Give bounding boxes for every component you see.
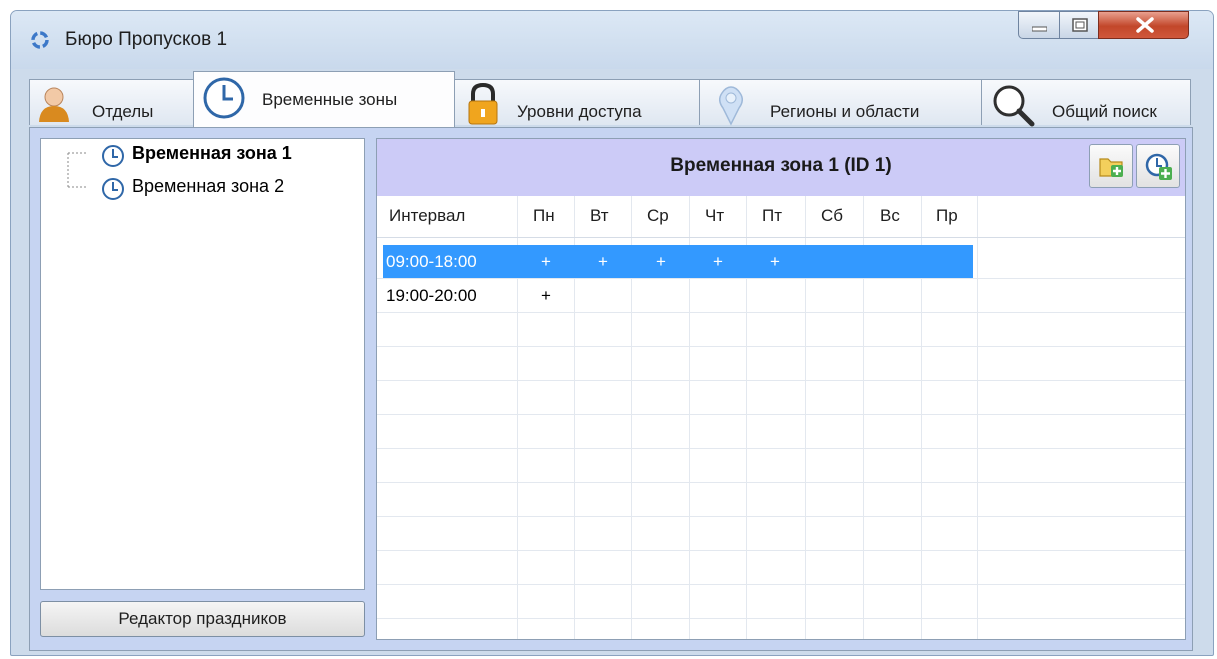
clock-icon [102,145,124,167]
grid-line [377,550,1185,551]
column-header-sun[interactable]: Вс [880,196,900,236]
padlock-icon [468,82,498,125]
day-cell[interactable]: + [518,279,574,312]
column-header-interval[interactable]: Интервал [389,196,465,236]
day-cell[interactable] [575,279,631,312]
day-cell[interactable] [690,279,746,312]
tab-departments-label: Отделы [92,102,154,121]
day-cell[interactable] [806,245,862,278]
tree-connector-lines [67,152,86,188]
app-logo-icon [31,31,49,49]
day-cell[interactable] [633,279,689,312]
clock-icon [102,178,124,200]
tree-item-label: Временная зона 1 [132,143,292,163]
clock-icon [203,77,245,119]
app-window: Бюро Пропусков 1 Отделы Временные зоны У… [10,10,1214,656]
grid-line [377,482,1185,483]
close-button[interactable] [1098,11,1189,39]
column-header-mon[interactable]: Пн [533,196,555,236]
time-zone-tree[interactable]: Временная зона 1 Временная зона 2 [40,138,365,590]
minimize-button[interactable] [1018,11,1060,39]
grid-line [977,196,978,639]
tab-search-label: Общий поиск [1052,102,1157,121]
tab-regions[interactable]: Регионы и области [699,79,982,126]
zone-panel: Временная зона 1 (ID 1) Интервал Пн Вт С… [376,138,1186,640]
day-cell[interactable] [921,245,977,278]
grid-line [377,584,1185,585]
maximize-button[interactable] [1059,11,1099,39]
column-header-sat[interactable]: Сб [821,196,843,236]
day-cell[interactable]: + [633,245,689,278]
grid-line [377,618,1185,619]
tab-access-levels-label: Уровни доступа [517,102,642,121]
column-header-wed[interactable]: Ср [647,196,669,236]
add-folder-button[interactable] [1089,144,1133,188]
interval-cell[interactable]: 19:00-20:00 [386,279,477,312]
close-icon [1136,17,1154,33]
tab-content: Временная зона 1 Временная зона 2 Редакт… [29,127,1193,651]
interval-cell[interactable]: 09:00-18:00 [386,245,477,278]
grid-line [377,448,1185,449]
day-cell[interactable] [921,279,977,312]
magnifier-icon [993,85,1035,127]
column-header-tue[interactable]: Вт [590,196,609,236]
day-cell[interactable] [747,279,803,312]
day-cell[interactable]: + [575,245,631,278]
zone-header: Временная зона 1 (ID 1) [377,139,1185,197]
zone-title: Временная зона 1 (ID 1) [670,155,892,176]
clock-add-icon [1145,153,1172,180]
title-bar[interactable]: Бюро Пропусков 1 [11,11,1213,69]
tab-departments[interactable]: Отделы [29,79,194,125]
day-cell[interactable]: + [518,245,574,278]
column-header-fri[interactable]: Пт [762,196,782,236]
tab-strip: Отделы Временные зоны Уровни доступа Рег… [29,71,1193,133]
folder-add-icon [1099,158,1123,177]
column-header-thu[interactable]: Чт [705,196,724,236]
tree-item-label: Временная зона 2 [132,176,285,196]
grid-line [377,312,1185,313]
person-icon [39,87,69,122]
maximize-icon [1072,18,1088,32]
minimize-icon [1032,26,1047,32]
schedule-grid[interactable]: Интервал Пн Вт Ср Чт Пт Сб Вс Пр 09:00-1… [377,196,1185,639]
tab-access-levels[interactable]: Уровни доступа [454,79,700,125]
day-cell[interactable] [864,245,920,278]
grid-line [377,237,1185,238]
location-pin-icon [719,86,743,126]
day-cell[interactable] [806,279,862,312]
grid-line [377,414,1185,415]
add-interval-button[interactable] [1136,144,1180,188]
holiday-editor-button[interactable]: Редактор праздников [40,601,365,637]
grid-line [377,346,1185,347]
day-cell[interactable]: + [747,245,803,278]
tab-regions-label: Регионы и области [770,102,920,121]
window-title: Бюро Пропусков 1 [65,29,228,50]
column-header-holiday[interactable]: Пр [936,196,958,236]
tab-search[interactable]: Общий поиск [981,79,1191,127]
tab-time-zones[interactable]: Временные зоны [193,71,455,127]
day-cell[interactable]: + [690,245,746,278]
tab-time-zones-label: Временные зоны [262,90,398,109]
grid-line [377,380,1185,381]
grid-line [377,516,1185,517]
day-cell[interactable] [864,279,920,312]
